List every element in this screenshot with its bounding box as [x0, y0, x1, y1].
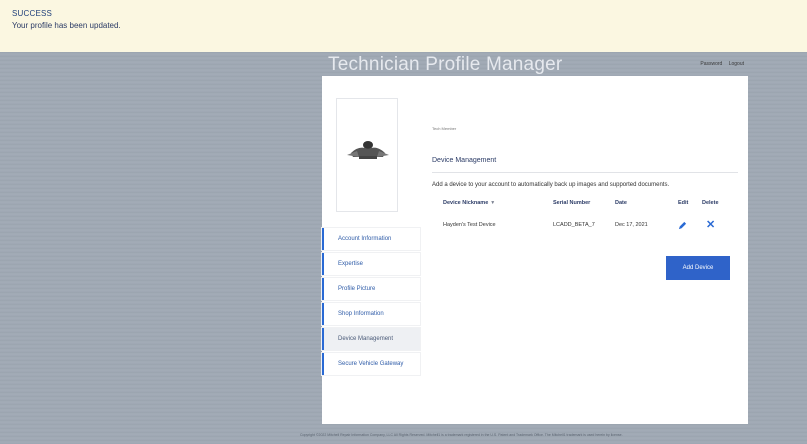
page-title: Technician Profile Manager: [328, 54, 563, 75]
sidebar-item-expertise[interactable]: Expertise: [322, 253, 420, 275]
section-heading: Device Management: [432, 157, 738, 173]
header-links: Password Logout: [695, 61, 744, 67]
password-link[interactable]: Password: [700, 61, 722, 67]
sidebar-nav: Account Information Expertise Profile Pi…: [322, 228, 420, 378]
profile-picture: [336, 98, 398, 212]
banner-title: SUCCESS: [12, 9, 53, 18]
add-device-button[interactable]: Add Device: [666, 256, 730, 280]
profile-card: Account Information Expertise Profile Pi…: [322, 76, 748, 424]
footer-copyright: Copyright ©2022 Mitchell Repair Informat…: [300, 433, 623, 437]
app-header: Technician Profile Manager Password Logo…: [322, 52, 748, 76]
user-name: Tech Member: [432, 126, 457, 131]
sidebar-item-secure-vehicle-gateway[interactable]: Secure Vehicle Gateway: [322, 353, 420, 375]
sidebar-item-device-management[interactable]: Device Management: [322, 328, 420, 350]
device-nickname: Hayden's Test Device: [443, 222, 496, 228]
section-description: Add a device to your account to automati…: [432, 182, 670, 188]
banner-message: Your profile has been updated.: [12, 21, 121, 30]
column-date: Date: [615, 200, 627, 206]
device-serial: LCADD_BETA_7: [553, 222, 595, 228]
success-banner: SUCCESS Your profile has been updated.: [0, 0, 807, 52]
sort-icon[interactable]: ▼: [490, 200, 495, 206]
column-edit: Edit: [678, 200, 689, 206]
car-hero-image: [347, 141, 389, 159]
table-row: Hayden's Test Device LCADD_BETA_7 Dec 17…: [432, 219, 738, 234]
sidebar-item-account-information[interactable]: Account Information: [322, 228, 420, 250]
sidebar-item-shop-information[interactable]: Shop Information: [322, 303, 420, 325]
column-device-nickname[interactable]: Device Nickname ▼: [443, 200, 495, 206]
pencil-icon[interactable]: [678, 221, 687, 230]
sidebar-item-profile-picture[interactable]: Profile Picture: [322, 278, 420, 300]
column-serial-number: Serial Number: [553, 200, 591, 206]
x-icon[interactable]: ✕: [706, 218, 715, 231]
column-delete: Delete: [702, 200, 719, 206]
device-date: Dec 17, 2021: [615, 222, 648, 228]
device-table-header: Device Nickname ▼ Serial Number Date Edit…: [432, 200, 738, 212]
logout-link[interactable]: Logout: [729, 61, 744, 67]
